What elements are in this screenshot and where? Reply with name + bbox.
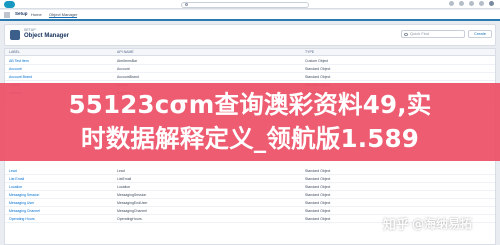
object-type: Standard Object — [305, 216, 331, 221]
bell-icon[interactable] — [479, 1, 484, 6]
table-row[interactable]: Account Account Standard Object — [5, 65, 495, 73]
table-row[interactable]: Location Location Standard Object — [5, 183, 495, 191]
table-header: LABEL API NAME TYPE — [5, 49, 495, 56]
quick-find-input[interactable]: Quick Find — [401, 30, 465, 38]
page-breadcrumb: SETUP — [24, 28, 36, 32]
object-label-link[interactable]: Messaging User — [9, 201, 34, 205]
headline-line-2: 时数据解释定义_领航版1.589 — [81, 124, 419, 153]
gear-icon[interactable] — [469, 1, 474, 6]
object-api-name: AbnItemsBar — [117, 58, 138, 63]
page-header: SETUP Object Manager Quick Find Create — [4, 24, 496, 46]
object-api-name: OperatingHours — [117, 216, 142, 221]
object-api-name: ListEmail — [117, 176, 132, 181]
app-name: Setup — [15, 11, 28, 16]
object-type: Standard Object — [305, 168, 331, 173]
object-label-link[interactable]: Account — [9, 67, 22, 71]
object-manager-icon — [10, 30, 20, 40]
object-label-link[interactable]: Operating Hours — [9, 217, 35, 221]
table-row[interactable]: AB Test Item AbnItemsBar Custom Object — [5, 57, 495, 65]
object-type: Standard Object — [305, 200, 331, 205]
watermark-site: 知乎 — [383, 217, 410, 233]
table-row[interactable]: Account Brand AccountBrand Standard Object — [5, 73, 495, 81]
global-header — [0, 0, 500, 9]
page-title: Object Manager — [24, 33, 70, 39]
headline-line-1: 55123cσm查询澳彩资料49,实 — [68, 90, 432, 119]
object-api-name: AccountBrand — [117, 74, 139, 79]
object-api-name: Account — [117, 66, 130, 71]
help-icon[interactable] — [459, 1, 464, 6]
global-search-input[interactable] — [181, 1, 309, 8]
object-label-link[interactable]: Messaging Channel — [9, 209, 40, 213]
table-row[interactable]: List Email ListEmail Standard Object — [5, 175, 495, 183]
column-header-api-name[interactable]: API NAME — [117, 50, 134, 54]
setup-nav-bar: Setup Home Object Manager — [0, 10, 500, 21]
object-label-link[interactable]: AB Test Item — [9, 59, 29, 63]
column-header-type[interactable]: TYPE — [305, 50, 314, 54]
table-row[interactable]: Messaging User MessagingEndUser Standard O… — [5, 199, 495, 207]
object-api-name: MessagingChannel — [117, 208, 147, 213]
tab-home[interactable]: Home — [31, 12, 42, 17]
object-type: Standard Object — [305, 184, 331, 189]
header-utility-icons — [449, 1, 494, 6]
object-label-link[interactable]: List Email — [9, 177, 24, 181]
object-label-link[interactable]: Lead — [9, 169, 17, 173]
object-label-link[interactable]: Account Brand — [9, 75, 32, 79]
object-type: Standard Object — [305, 208, 331, 213]
tab-object-manager[interactable]: Object Manager — [49, 12, 78, 18]
object-label-link[interactable]: Location — [9, 185, 22, 189]
object-type: Standard Object — [305, 192, 331, 197]
object-type: Standard Object — [305, 176, 331, 181]
object-label-link[interactable]: Messaging Session — [9, 193, 39, 197]
quick-find-placeholder: Quick Find — [410, 31, 430, 36]
search-icon — [185, 3, 188, 6]
object-api-name: Lead — [117, 168, 125, 173]
object-api-name: Location — [117, 184, 131, 189]
column-header-label[interactable]: LABEL — [9, 50, 20, 54]
app-launcher-icon[interactable] — [4, 12, 10, 18]
create-button[interactable]: Create — [468, 30, 492, 38]
object-type: Standard Object — [305, 66, 331, 71]
headline-banner: 55123cσm查询澳彩资料49,实 时数据解释定义_领航版1.589 — [0, 83, 500, 161]
object-type: Custom Object — [305, 58, 329, 63]
table-row[interactable]: Messaging Session MessagingSession Standar… — [5, 191, 495, 199]
object-type: Standard Object — [305, 74, 331, 79]
salesforce-cloud-logo[interactable] — [4, 1, 15, 8]
object-api-name: MessagingSession — [117, 192, 147, 197]
search-icon — [404, 32, 408, 36]
zhihu-watermark: 知乎 @海纳易拓 — [383, 215, 473, 233]
table-row[interactable]: Lead Lead Standard Object — [5, 167, 495, 175]
favorites-icon[interactable] — [449, 1, 454, 6]
avatar[interactable] — [489, 1, 494, 6]
watermark-user: @海纳易拓 — [412, 216, 473, 231]
object-api-name: MessagingEndUser — [117, 200, 148, 205]
